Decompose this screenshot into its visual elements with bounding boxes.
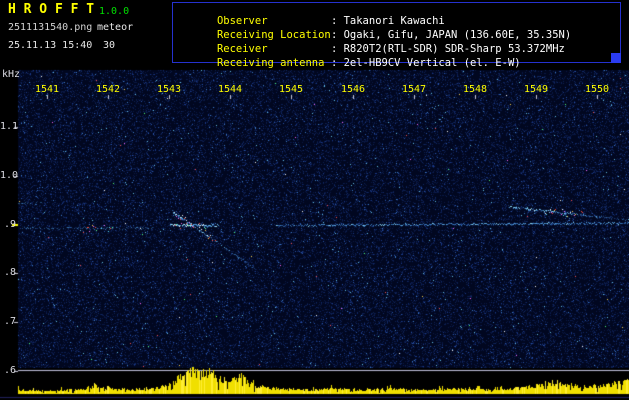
y-axis-label: .8 [3, 267, 16, 278]
x-axis-label: 1545 [278, 84, 304, 95]
timestamp-label: 25.11.13 15:40 [8, 40, 93, 51]
x-axis-label: 1543 [156, 84, 182, 95]
blue-marker-square [611, 53, 621, 63]
y-axis-label: 1.0 [0, 170, 19, 181]
info-label: Receiving antenna [216, 57, 325, 69]
y-axis-label: .9 [3, 219, 16, 230]
y-axis-label: 1.1 [0, 121, 19, 132]
receiver-info-box: Observer: Takanori Kawachi Receiving Loc… [172, 2, 621, 69]
hrofft-screenshot: H R O F F T 1.0.0 2511131540.png meteor … [0, 0, 629, 400]
x-axis-label: 1548 [462, 84, 488, 95]
x-axis-label: 1547 [401, 84, 427, 95]
interval-label: 30 [103, 40, 116, 51]
output-filename: 2511131540.png [8, 22, 93, 33]
x-axis-label: 1546 [340, 84, 366, 95]
info-row-antenna: Receiving antenna : 2el-HB9CV Vertical (e… [179, 47, 521, 80]
y-axis-label: .7 [3, 316, 16, 327]
x-axis-label: 1542 [95, 84, 121, 95]
info-value: : 2el-HB9CV Vertical (el. E-W) [330, 57, 521, 69]
x-axis-label: 1549 [523, 84, 549, 95]
mode-label: meteor [97, 22, 134, 33]
x-axis-label: 1544 [217, 84, 243, 95]
x-axis-label: 1541 [34, 84, 60, 95]
app-version: 1.0.0 [99, 6, 130, 17]
x-axis-label: 1550 [584, 84, 610, 95]
y-axis-unit-label: kHz [2, 69, 21, 80]
app-title: H R O F F T [8, 2, 95, 17]
y-axis-label: .6 [3, 365, 16, 376]
